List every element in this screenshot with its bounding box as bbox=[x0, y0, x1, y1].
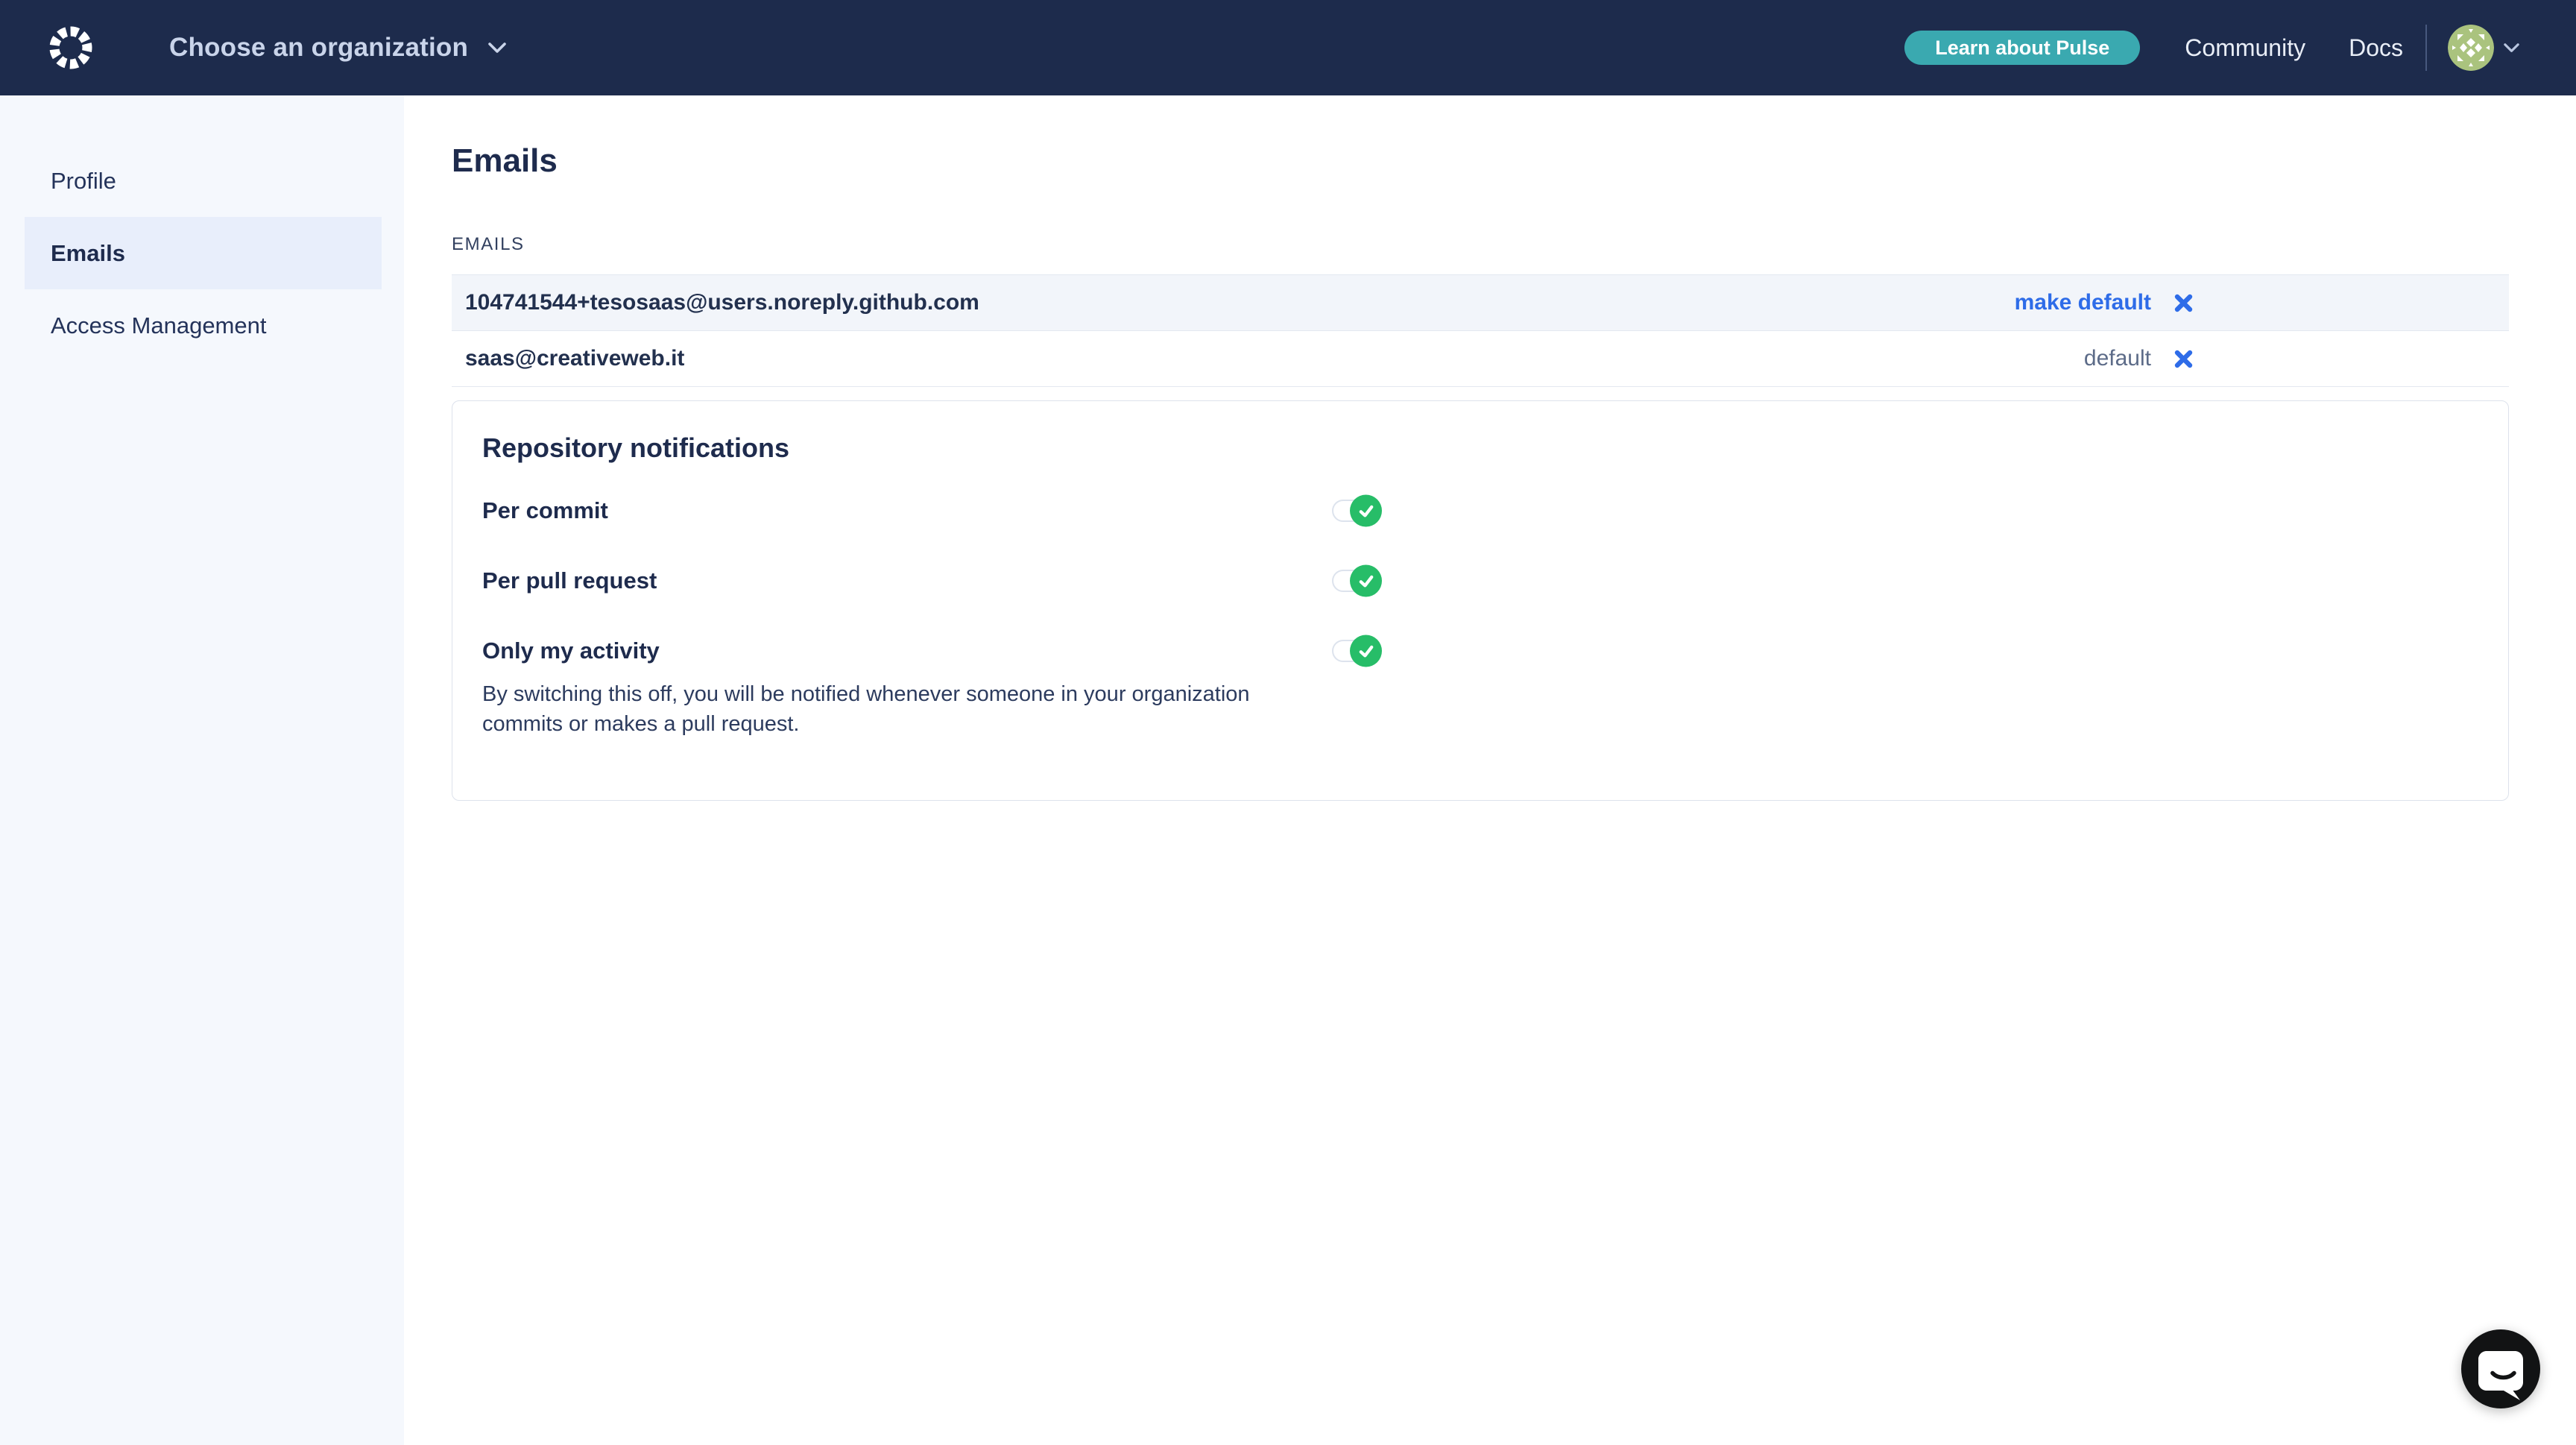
toggle-knob bbox=[1350, 635, 1382, 667]
org-selector-dropdown[interactable]: Choose an organization bbox=[169, 33, 506, 63]
per-pull-request-toggle[interactable] bbox=[1332, 564, 1382, 597]
remove-email-button[interactable] bbox=[2174, 349, 2194, 369]
sidebar-item-label: Access Management bbox=[51, 312, 267, 339]
x-icon bbox=[2174, 294, 2193, 312]
sidebar-item-label: Emails bbox=[51, 239, 125, 266]
nav-link-community[interactable]: Community bbox=[2185, 34, 2305, 62]
x-icon bbox=[2174, 350, 2193, 368]
panel-title: Repository notifications bbox=[482, 432, 790, 463]
chevron-down-icon bbox=[2504, 42, 2519, 52]
email-row-actions: default bbox=[2084, 346, 2509, 371]
sidebar-item-profile[interactable]: Profile bbox=[25, 145, 382, 217]
user-menu-caret[interactable] bbox=[2504, 42, 2519, 53]
email-row-actions: make default bbox=[2015, 290, 2509, 315]
only-my-activity-description: By switching this off, you will be notif… bbox=[482, 682, 1250, 736]
user-avatar[interactable] bbox=[2448, 25, 2494, 71]
toggle-label: Only my activity bbox=[482, 638, 660, 664]
check-icon bbox=[1359, 645, 1373, 657]
toggle-label: Per commit bbox=[482, 497, 608, 523]
chat-bubble-icon bbox=[2478, 1351, 2523, 1400]
topbar-right-group: Learn about Pulse Community Docs bbox=[1904, 25, 2519, 71]
check-icon bbox=[1359, 505, 1373, 517]
pulse-logo-icon[interactable] bbox=[46, 23, 95, 72]
navbar-divider bbox=[2425, 25, 2427, 71]
make-default-link[interactable]: make default bbox=[2015, 290, 2151, 315]
toggle-row-per-commit: Per commit bbox=[482, 494, 2478, 527]
nav-link-docs[interactable]: Docs bbox=[2349, 34, 2403, 62]
sidebar-item-emails[interactable]: Emails bbox=[25, 217, 382, 289]
toggle-label: Per pull request bbox=[482, 567, 657, 594]
repository-notifications-panel: Repository notifications Per commit Per … bbox=[452, 400, 2509, 801]
settings-sidebar: Profile Emails Access Management bbox=[0, 95, 404, 1445]
default-badge: default bbox=[2083, 346, 2151, 371]
emails-section-label: EMAILS bbox=[452, 234, 525, 254]
sidebar-item-access-management[interactable]: Access Management bbox=[25, 289, 382, 362]
only-my-activity-toggle[interactable] bbox=[1332, 635, 1382, 667]
email-address: saas@creativeweb.it bbox=[465, 346, 685, 371]
toggle-row-only-my-activity: Only my activity bbox=[482, 635, 2478, 667]
email-row: 104741544+tesosaas@users.noreply.github.… bbox=[452, 275, 2509, 331]
main-content: Emails EMAILS 104741544+tesosaas@users.n… bbox=[404, 95, 2576, 1445]
learn-about-pulse-button[interactable]: Learn about Pulse bbox=[1904, 31, 2141, 65]
identicon-avatar-image bbox=[2448, 25, 2494, 71]
org-selector-label: Choose an organization bbox=[169, 33, 469, 62]
check-icon bbox=[1359, 575, 1373, 587]
chevron-down-icon bbox=[488, 42, 506, 53]
remove-email-button[interactable] bbox=[2174, 293, 2194, 313]
top-navbar: Choose an organization Learn about Pulse… bbox=[0, 0, 2576, 95]
email-list: 104741544+tesosaas@users.noreply.github.… bbox=[452, 274, 2509, 387]
per-commit-toggle[interactable] bbox=[1332, 494, 1382, 527]
chat-launcher-button[interactable] bbox=[2461, 1329, 2540, 1408]
toggle-row-per-pull-request: Per pull request bbox=[482, 564, 2478, 597]
toggle-knob bbox=[1350, 494, 1382, 527]
email-address: 104741544+tesosaas@users.noreply.github.… bbox=[465, 290, 979, 315]
toggle-knob bbox=[1350, 564, 1382, 597]
page-title: Emails bbox=[452, 142, 558, 179]
sidebar-item-label: Profile bbox=[51, 167, 116, 194]
email-row: saas@creativeweb.it default bbox=[452, 331, 2509, 387]
